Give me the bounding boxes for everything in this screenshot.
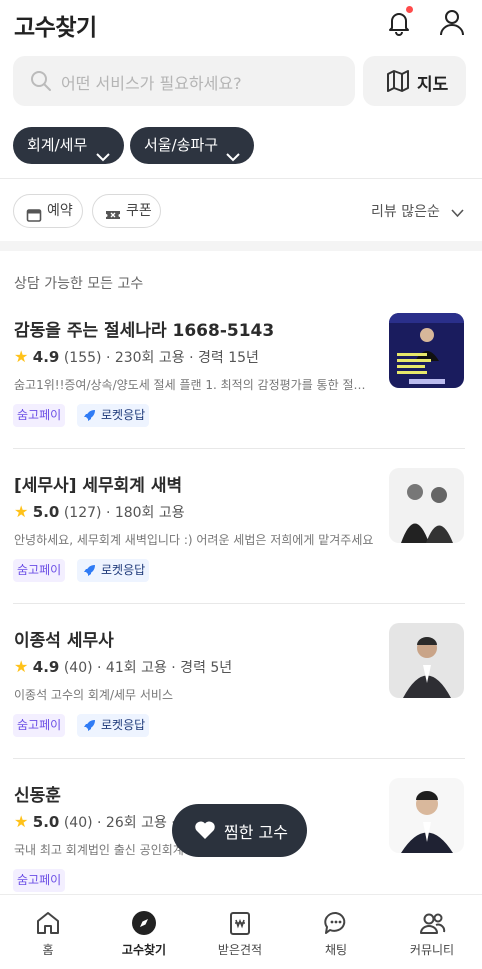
section-title: 상담 가능한 모든 고수 [14,276,144,292]
tab-home[interactable]: 홈 [0,895,96,969]
expert-card[interactable]: 이종석 세무사 ★ 4.9 (40) · 41회 고용 · 경력 5년 이종석 … [0,623,482,781]
expert-review-count: (155) [63,350,102,366]
map-icon [385,68,411,94]
rocket-response-label: 로켓응답 [101,563,146,577]
star-icon: ★ [14,502,29,521]
filter-chip-label: 회계/세무 [27,136,88,154]
reserve-label: 예약 [47,203,73,219]
star-icon: ★ [14,347,29,366]
sort-label: 리뷰 많은순 [371,204,440,220]
expert-meta: ★ 5.0 (127) · 180회 고용 [14,502,185,522]
filter-chip-region[interactable]: 서울/송파구 [130,127,254,164]
soomgo-pay-badge: 숨고페이 [13,404,66,427]
map-button[interactable]: 지도 [363,56,466,106]
expert-description: 안녕하세요, 세무회계 새벽입니다 :) 어려운 세법은 저희에게 맡겨주세요 [14,533,374,547]
tab-community[interactable]: 커뮤니티 [384,895,480,969]
expert-rating: 5.0 [32,813,60,831]
star-icon: ★ [14,657,29,676]
sort-dropdown[interactable]: 리뷰 많은순 [371,201,464,221]
card-divider [13,758,465,759]
rocket-response-badge: 로켓응답 [77,559,150,582]
rocket-response-badge: 로켓응답 [77,714,150,737]
expert-review-count: (40) [63,815,93,831]
tab-label: 커뮤니티 [409,943,455,957]
reserve-filter-button[interactable]: 예약 [13,194,83,228]
tab-label: 채팅 [324,943,348,957]
expert-rating: 4.9 [32,348,60,366]
home-icon [34,909,62,937]
coupon-filter-button[interactable]: 쿠폰 [92,194,161,228]
filter-chip-label: 서울/송파구 [144,136,219,154]
expert-review-count: (40) [63,660,93,676]
chat-icon [322,909,350,937]
heart-icon [194,820,216,840]
quote-icon [226,909,254,937]
chevron-down-icon [451,206,464,218]
profile-icon[interactable] [436,6,468,38]
expert-stats: · 41회 고용 · 경력 5년 [97,660,233,676]
chevron-down-icon [226,139,240,162]
favorite-experts-label: 찜한 고수 [224,823,288,842]
expert-description: 숨고1위!!증여/상속/양도세 절세 플랜 1. 최적의 감정평가를 통한 절세… [14,378,374,392]
expert-name: 이종석 세무사 [14,631,114,651]
expert-thumbnail [389,313,464,388]
expert-meta: ★ 4.9 (155) · 230회 고용 · 경력 15년 [14,347,259,367]
divider [0,178,482,179]
expert-meta: ★ 5.0 (40) · 26회 고용 · 경 [14,812,193,832]
rocket-icon [82,563,97,578]
coupon-icon [105,203,121,219]
rocket-icon [82,408,97,423]
page-title: 고수찾기 [14,15,97,41]
tab-label: 홈 [42,943,54,957]
notification-dot [406,6,413,13]
star-icon: ★ [14,812,29,831]
expert-card[interactable]: [세무사] 세무회계 새벽 ★ 5.0 (127) · 180회 고용 안녕하세… [0,468,482,626]
rocket-response-label: 로켓응답 [101,718,146,732]
rocket-response-badge: 로켓응답 [77,404,150,427]
expert-card[interactable]: 감동을 주는 절세나라 1668-5143 ★ 4.9 (155) · 230회… [0,313,482,471]
search-bar[interactable]: 어떤 서비스가 필요하세요? [13,56,355,106]
soomgo-pay-badge: 숨고페이 [13,714,66,737]
expert-meta: ★ 4.9 (40) · 41회 고용 · 경력 5년 [14,657,232,677]
expert-name: 감동을 주는 절세나라 1668-5143 [14,321,275,341]
filter-chip-category[interactable]: 회계/세무 [13,127,124,164]
tab-label: 받은견적 [217,943,263,957]
section-divider [0,241,482,251]
card-divider [13,603,465,604]
tab-label: 고수찾기 [121,943,167,957]
chevron-down-icon [96,139,110,162]
map-button-label: 지도 [417,75,449,95]
tab-chat[interactable]: 채팅 [288,895,384,969]
app-header: 고수찾기 [0,0,482,48]
expert-name: [세무사] 세무회계 새벽 [14,476,183,496]
expert-rating: 5.0 [32,503,60,521]
favorite-experts-button[interactable]: 찜한 고수 [172,804,307,857]
soomgo-pay-badge: 숨고페이 [13,869,66,892]
calendar-icon [26,203,42,222]
card-divider [13,448,465,449]
expert-thumbnail [389,778,464,853]
expert-name: 신동훈 [14,786,61,806]
soomgo-pay-badge: 숨고페이 [13,559,66,582]
compass-icon [130,909,158,937]
search-icon [29,69,53,93]
tab-received-quotes[interactable]: 받은견적 [192,895,288,969]
search-placeholder: 어떤 서비스가 필요하세요? [61,74,242,93]
expert-review-count: (127) [63,505,102,521]
expert-thumbnail [389,623,464,698]
expert-stats: · 180회 고용 [105,505,185,521]
expert-thumbnail [389,468,464,543]
expert-stats: · 230회 고용 · 경력 15년 [105,350,259,366]
coupon-label: 쿠폰 [126,203,152,219]
rocket-icon [82,718,97,733]
expert-description: 이종석 고수의 회계/세무 서비스 [14,688,174,702]
tab-find-experts[interactable]: 고수찾기 [96,895,192,969]
rocket-response-label: 로켓응답 [101,408,146,422]
expert-rating: 4.9 [32,658,60,676]
bottom-tab-bar: 홈 고수찾기 받은견적 채팅 커뮤니티 [0,894,482,969]
community-icon [418,909,446,937]
notification-bell-icon[interactable] [383,6,415,38]
